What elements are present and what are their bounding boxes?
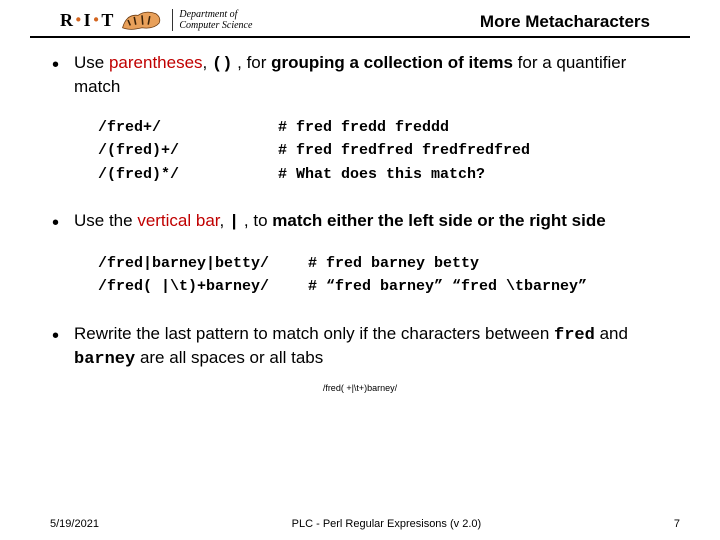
dept-line1: Department of	[179, 9, 252, 20]
code-row: /fred+/# fred fredd freddd	[98, 116, 668, 139]
logo-i: I	[84, 10, 92, 31]
footer-date: 5/19/2021	[50, 518, 99, 530]
bullet-2: Use the vertical bar, | , to match eithe…	[52, 210, 668, 299]
code-comment: # “fred barney” “fred \tbarney”	[308, 275, 587, 298]
text-bold: match either the left side or the right …	[272, 211, 605, 230]
code-comment: # fred barney betty	[308, 252, 479, 275]
code-pattern: /(fred)*/	[98, 163, 278, 186]
text: Rewrite the last pattern to match only i…	[74, 324, 554, 343]
slide-footer: 5/19/2021 PLC - Perl Regular Expresisons…	[0, 518, 720, 530]
text: Use the	[74, 211, 137, 230]
text: ,	[203, 53, 212, 72]
dept-line2: Computer Science	[179, 20, 252, 31]
code-pattern: /fred( |\t)+barney/	[98, 275, 308, 298]
slide-header: R·I·T Department of Computer Science Mor…	[30, 0, 690, 38]
footer-page: 7	[674, 518, 680, 530]
code-row: /(fred)+/# fred fredfred fredfredfred	[98, 139, 668, 162]
code-pattern: /(fred)+/	[98, 139, 278, 162]
text-red: vertical bar	[137, 211, 219, 230]
text: and	[595, 324, 628, 343]
slide-content: Use parentheses, () , for grouping a col…	[0, 38, 720, 394]
code-inline: fred	[554, 326, 595, 345]
text: are all spaces or all tabs	[135, 348, 323, 367]
footer-center: PLC - Perl Regular Expresisons (v 2.0)	[292, 518, 482, 530]
code-pattern: /fred|barney|betty/	[98, 252, 308, 275]
logo-r: R	[60, 10, 74, 31]
code-inline: barney	[74, 350, 135, 369]
code-block-2: /fred|barney|betty/# fred barney betty/f…	[98, 252, 668, 299]
text: Use	[74, 53, 109, 72]
logo-area: R·I·T Department of Computer Science	[60, 6, 252, 34]
code-inline: |	[229, 213, 239, 232]
code-comment: # fred fredd freddd	[278, 116, 449, 139]
text-red: parentheses	[109, 53, 203, 72]
tiger-icon	[118, 6, 166, 34]
code-comment: # What does this match?	[278, 163, 485, 186]
bullet-1: Use parentheses, () , for grouping a col…	[52, 52, 668, 186]
rit-logo: R·I·T	[60, 10, 114, 31]
bullet-3: Rewrite the last pattern to match only i…	[52, 323, 668, 371]
slide-title: More Metacharacters	[480, 12, 650, 34]
code-row: /fred( |\t)+barney/# “fred barney” “fred…	[98, 275, 668, 298]
code-row: /fred|barney|betty/# fred barney betty	[98, 252, 668, 275]
code-comment: # fred fredfred fredfredfred	[278, 139, 530, 162]
text-bold: grouping a collection of items	[271, 53, 513, 72]
text: ,	[220, 211, 229, 230]
code-block-1: /fred+/# fred fredd freddd/(fred)+/# fre…	[98, 116, 668, 186]
logo-t: T	[101, 10, 114, 31]
department-label: Department of Computer Science	[172, 9, 252, 31]
text: , for	[232, 53, 271, 72]
code-row: /(fred)*/# What does this match?	[98, 163, 668, 186]
code-inline: ()	[212, 55, 232, 74]
text: , to	[239, 211, 272, 230]
code-pattern: /fred+/	[98, 116, 278, 139]
answer-text: /fred( +|\t+)barney/	[52, 383, 668, 395]
